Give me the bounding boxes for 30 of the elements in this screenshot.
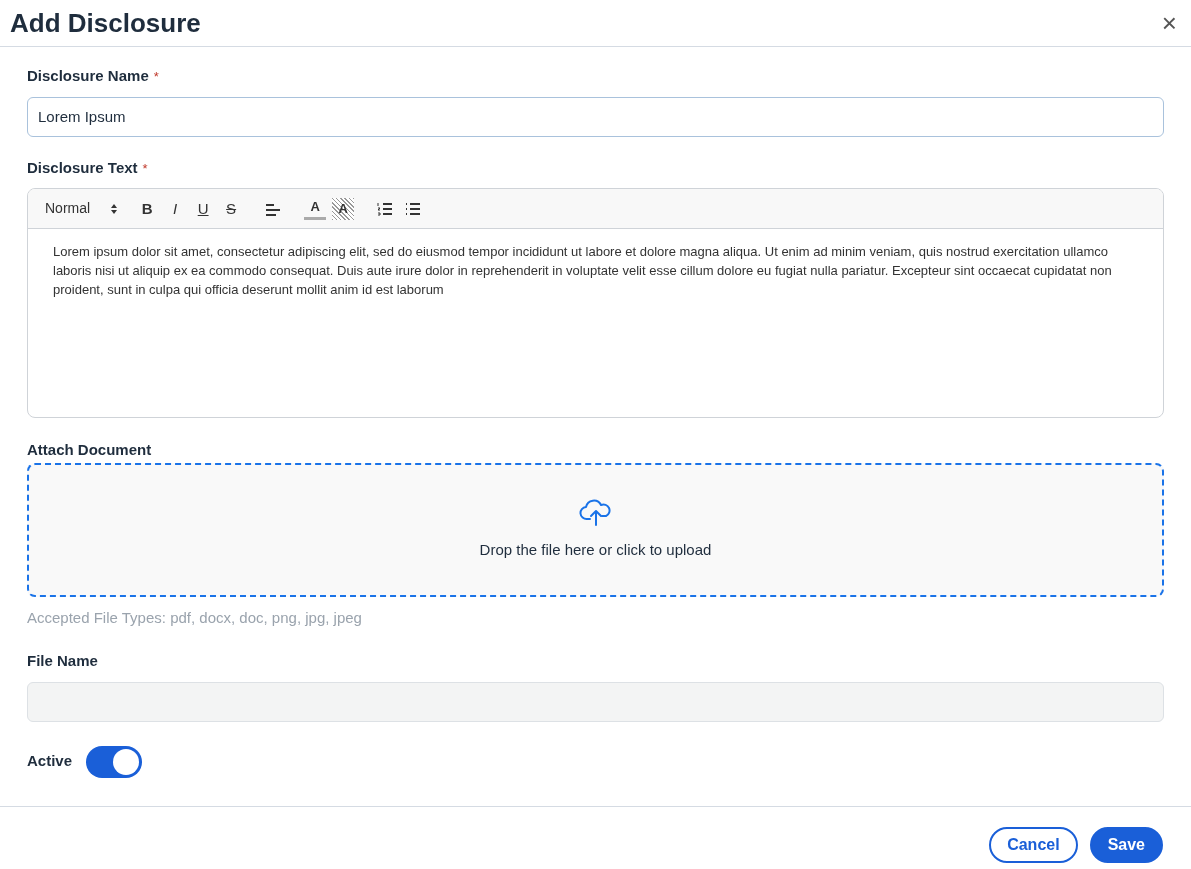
required-mark: * bbox=[153, 68, 159, 86]
field-label: Attach Document bbox=[27, 440, 152, 460]
rich-text-editor[interactable] bbox=[27, 188, 1164, 418]
dropzone-text: Drop the file here or click to upload bbox=[479, 539, 712, 560]
close-button[interactable]: × bbox=[1161, 10, 1177, 36]
underline-button[interactable]: U bbox=[192, 197, 215, 220]
bold-button[interactable]: B bbox=[136, 197, 159, 220]
text-color-button[interactable]: A bbox=[304, 197, 327, 220]
format-select[interactable]: Normal bbox=[45, 198, 119, 219]
editor-text: Lorem ipsum dolor sit amet, consectetur adipiscing elit, sed do eiusmod tempor incididunt ut labore et dolore magna aliqua. Ut enim ad minim veniam, quis nostrud exercitation ullamco laboris nisi ut aliquip ex ea commodo consequat. Duis aute irure dolor in reprehenderit in voluptate velit esse cillum dolore eu fugiat nulla pariatur. Excepteur sint occaecat cupidatat non proident, sunt in culpa qui officia deserunt mollit anim id est laborum bbox=[53, 243, 1113, 299]
toggle-label: Active bbox=[27, 751, 73, 772]
bullet-list-icon bbox=[405, 201, 422, 216]
active-toggle[interactable] bbox=[86, 745, 143, 778]
cancel-button[interactable]: Cancel bbox=[989, 826, 1078, 863]
field-label: Disclosure Text bbox=[27, 157, 138, 178]
upload-dropzone[interactable]: Drop the file here or click to upload bbox=[27, 462, 1164, 597]
numbered-list-icon bbox=[377, 201, 394, 216]
field-label: Disclosure Name bbox=[27, 66, 149, 86]
cloud-upload-icon bbox=[578, 497, 613, 526]
dialog-title: Add Disclosure bbox=[10, 10, 201, 36]
save-button[interactable]: Save bbox=[1089, 826, 1163, 863]
align-left-icon bbox=[265, 201, 282, 216]
required-mark: * bbox=[142, 159, 148, 178]
italic-button[interactable]: I bbox=[164, 197, 187, 220]
file-types-hint: Accepted File Types: pdf, docx, doc, png, jpg, jpeg bbox=[27, 607, 362, 628]
strikethrough-button[interactable]: S bbox=[220, 197, 243, 220]
sort-caret-icon bbox=[110, 202, 119, 215]
background-color-button[interactable]: A bbox=[332, 197, 355, 220]
name-input[interactable]: Lorem Ipsum bbox=[27, 96, 1164, 137]
field-label: File Name bbox=[27, 651, 98, 671]
